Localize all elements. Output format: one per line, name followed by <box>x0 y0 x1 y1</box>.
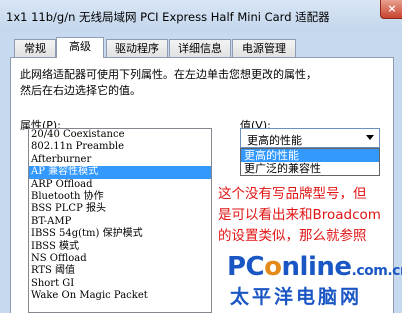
value-option[interactable]: 更广泛的兼容性 <box>241 162 379 175</box>
property-listbox[interactable]: 20/40 Coexistance 802.11n Preamble After… <box>28 128 212 313</box>
watermark-logo-suffix: nline <box>281 252 352 282</box>
watermark-logo: PConline.com.cn <box>227 252 402 282</box>
property-item[interactable]: 20/40 Coexistance <box>29 129 211 141</box>
value-option-highlighted[interactable]: 更高的性能 <box>241 149 379 162</box>
title-bar: 1x1 11b/g/n 无线局域网 PCI Express Half Mini … <box>0 0 402 32</box>
value-select-current: 更高的性能 <box>247 134 302 147</box>
property-item[interactable]: 802.11n Preamble <box>29 141 211 153</box>
description-line: 此网络适配器可使用下列属性。在左边单击您想更改的属性， <box>20 68 317 81</box>
annotation-text: 这个没有写品牌型号，但 是可以看出来和Broadcom 的设置类似，那么就参照 <box>218 184 400 247</box>
property-item[interactable]: IBSS 54g(tm) 保护模式 <box>29 228 211 240</box>
property-item[interactable]: RTS 阈值 <box>29 265 211 277</box>
property-item[interactable]: ARP Offload <box>29 179 211 191</box>
annotation-line: 的设置类似，那么就参照 <box>218 228 367 244</box>
tab-details[interactable]: 详细信息 <box>169 39 231 57</box>
value-dropdown-list[interactable]: 更高的性能 更广泛的兼容性 <box>240 148 380 176</box>
chevron-down-icon[interactable] <box>366 135 374 140</box>
tab-power-management[interactable]: 电源管理 <box>232 39 296 57</box>
property-item[interactable]: Wake On Magic Packet <box>29 290 211 302</box>
tab-advanced[interactable]: 高级 <box>56 37 104 58</box>
watermark-logo-prefix: PC <box>227 252 265 282</box>
watermark-logo-o: o <box>264 252 282 282</box>
property-item[interactable]: BSS PLCP 报头 <box>29 203 211 215</box>
property-item[interactable]: Bluetooth 协作 <box>29 191 211 203</box>
watermark-logo-tld: .com.cn <box>351 263 402 279</box>
watermark-subtitle: 太平洋电脑网 <box>230 286 363 308</box>
property-item-selected[interactable]: AP 兼容性模式 <box>29 166 211 179</box>
close-button[interactable]: × <box>380 0 402 19</box>
tab-driver[interactable]: 驱动程序 <box>106 39 168 57</box>
annotation-line: 是可以看出来和Broadcom <box>218 207 381 223</box>
property-item[interactable]: IBSS 模式 <box>29 241 211 253</box>
tab-general[interactable]: 常规 <box>14 39 56 57</box>
value-select[interactable]: 更高的性能 <box>240 128 380 148</box>
annotation-line: 这个没有写品牌型号，但 <box>218 186 367 202</box>
property-item[interactable]: Short GI <box>29 278 211 290</box>
description-line: 然后在右边选择它的值。 <box>20 84 141 97</box>
property-item[interactable]: NS Offload <box>29 253 211 265</box>
property-item[interactable]: BT-AMP <box>29 216 211 228</box>
window-title: 1x1 11b/g/n 无线局域网 PCI Express Half Mini … <box>6 10 330 24</box>
property-item[interactable]: Afterburner <box>29 154 211 166</box>
description-text: 此网络适配器可使用下列属性。在左边单击您想更改的属性， 然后在右边选择它的值。 <box>20 67 380 99</box>
